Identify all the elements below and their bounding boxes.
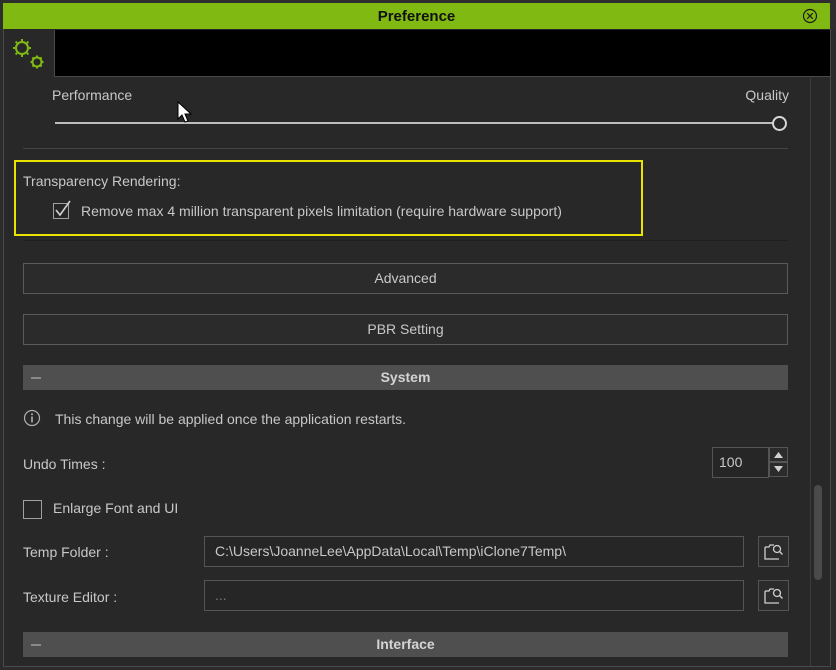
- undo-increment-button[interactable]: [769, 447, 788, 462]
- quality-slider-thumb[interactable]: [772, 116, 787, 131]
- preview-strip: [54, 30, 830, 77]
- system-section-title: System: [380, 369, 431, 385]
- interface-section-header[interactable]: Interface: [23, 632, 788, 657]
- folder-search-icon: [764, 588, 783, 604]
- title-bar: Preference: [0, 0, 836, 30]
- dialog-frame: [3, 29, 831, 667]
- close-button[interactable]: [802, 8, 818, 24]
- divider: [23, 240, 788, 241]
- transparency-heading: Transparency Rendering:: [23, 173, 181, 189]
- restart-info-text: This change will be applied once the app…: [55, 411, 406, 427]
- quality-slider-track[interactable]: [55, 122, 773, 124]
- mouse-cursor-icon: [177, 101, 193, 123]
- pbr-setting-button[interactable]: PBR Setting: [23, 314, 788, 345]
- arrow-down-icon: [774, 466, 783, 472]
- temp-folder-browse-button[interactable]: [758, 536, 789, 567]
- texture-editor-label: Texture Editor :: [23, 589, 118, 605]
- window-title: Preference: [377, 8, 456, 25]
- interface-section-title: Interface: [376, 636, 435, 652]
- enlarge-font-checkbox[interactable]: [23, 500, 42, 519]
- arrow-up-icon: [774, 452, 783, 458]
- undo-times-input[interactable]: 100: [712, 447, 769, 478]
- temp-folder-label: Temp Folder :: [23, 544, 109, 560]
- close-icon: [802, 8, 818, 24]
- title-bar-accent: Preference: [3, 3, 830, 29]
- scrollbar-thumb[interactable]: [814, 485, 822, 580]
- checkmark-icon: [55, 200, 71, 217]
- folder-search-icon: [764, 544, 783, 560]
- performance-label: Performance: [52, 87, 133, 103]
- undo-times-label: Undo Times :: [23, 456, 106, 472]
- enlarge-font-label: Enlarge Font and UI: [53, 500, 179, 516]
- quality-label: Quality: [745, 87, 789, 103]
- texture-editor-input[interactable]: ...: [204, 580, 744, 611]
- transparency-checkbox-label: Remove max 4 million transparent pixels …: [81, 203, 562, 219]
- divider: [23, 148, 788, 149]
- transparency-checkbox[interactable]: [53, 200, 71, 219]
- texture-editor-browse-button[interactable]: [758, 580, 789, 611]
- info-icon: [23, 409, 41, 427]
- minus-icon: [31, 377, 41, 379]
- tab-general[interactable]: [4, 30, 54, 78]
- transparency-highlight: [14, 160, 643, 236]
- minus-icon: [31, 644, 41, 646]
- temp-folder-input[interactable]: C:\Users\JoanneLee\AppData\Local\Temp\iC…: [204, 536, 744, 567]
- advanced-button[interactable]: Advanced: [23, 263, 788, 294]
- gears-icon: [13, 39, 44, 69]
- undo-decrement-button[interactable]: [769, 462, 788, 477]
- system-section-header[interactable]: System: [23, 365, 788, 390]
